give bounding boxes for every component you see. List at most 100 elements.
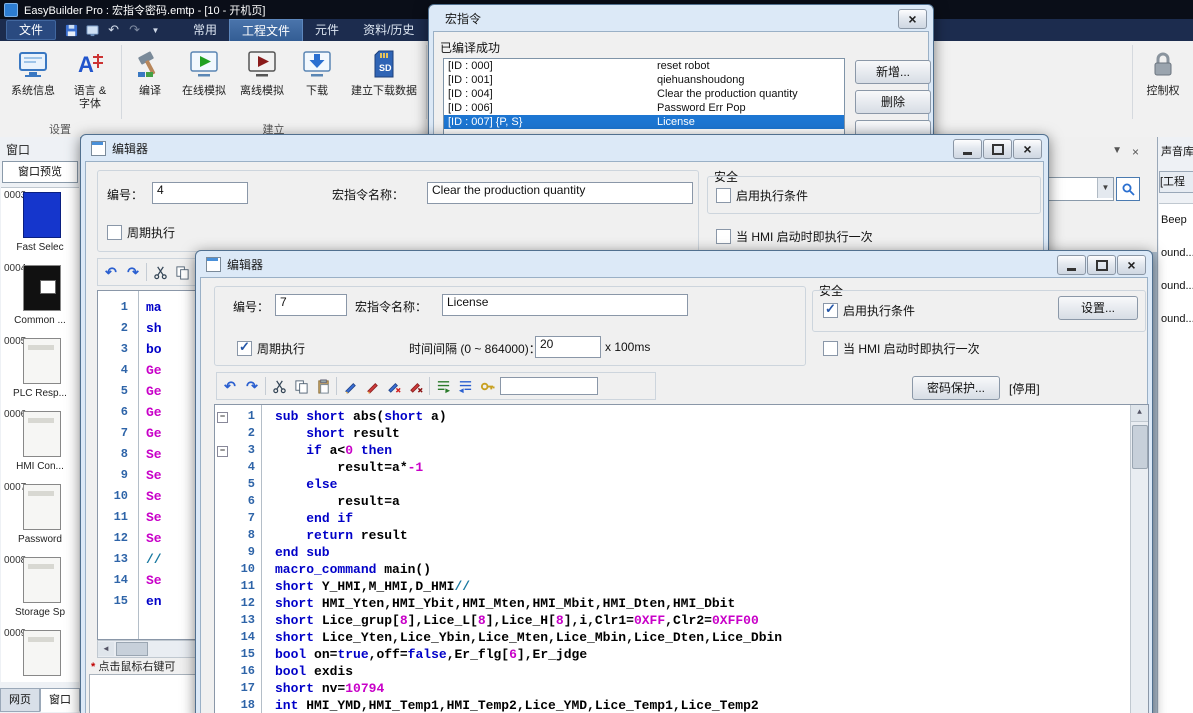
control-right-button[interactable]: 控制权	[1136, 46, 1190, 98]
outdent-list-icon[interactable]	[456, 377, 474, 395]
fold-marker[interactable]: −	[217, 446, 228, 457]
code-line[interactable]: 17short nv=10794	[215, 680, 1148, 697]
qat-dropdown-icon[interactable]: ▼	[148, 23, 163, 38]
project-button-fragment[interactable]: [工程	[1159, 171, 1193, 193]
macro-list-row[interactable]: [ID : 004]Clear the production quantity	[444, 87, 844, 101]
macro-name-field[interactable]: License	[442, 294, 688, 316]
periodic-checkbox[interactable]: 周期执行	[107, 224, 175, 241]
pen-blue-icon[interactable]	[341, 377, 359, 395]
macro-list-row[interactable]: [ID : 001]qiehuanshoudong	[444, 73, 844, 87]
combobox-dropdown-icon[interactable]: ▼	[1097, 178, 1113, 198]
code-line[interactable]: 16bool exdis	[215, 663, 1148, 680]
build-download-data-button[interactable]: SD 建立下载数据	[344, 46, 424, 98]
checkbox-icon[interactable]	[716, 188, 731, 203]
window-list[interactable]: 0003Fast Selec0004Common ...0005PLC Resp…	[1, 187, 79, 682]
file-menu-button[interactable]: 文件	[6, 20, 56, 40]
undo-icon[interactable]: ↶	[106, 23, 121, 38]
sound-list[interactable]: Beepound...ound...ound...	[1159, 203, 1193, 713]
object-search-combobox[interactable]: ▼	[1048, 177, 1114, 201]
sound-list-item[interactable]: Beep	[1159, 204, 1193, 237]
macro-id-field[interactable]: 4	[152, 182, 248, 204]
window-preview-button[interactable]: 窗口预览	[2, 161, 78, 183]
code-line[interactable]: 13short Lice_grup[8],Lice_L[8],Lice_H[8]…	[215, 612, 1148, 629]
redo-icon[interactable]: ↷	[124, 263, 142, 281]
window-list-item[interactable]: 0007Password	[1, 480, 79, 553]
enable-condition-checkbox[interactable]: 启用执行条件	[823, 302, 915, 319]
checkbox-icon[interactable]	[107, 225, 122, 240]
scroll-thumb[interactable]	[1132, 425, 1148, 469]
pane-close-icon[interactable]: ×	[1132, 145, 1139, 159]
paste-icon[interactable]	[314, 377, 332, 395]
undo-icon[interactable]: ↶	[221, 377, 239, 395]
undo-icon[interactable]: ↶	[102, 263, 120, 281]
code-line[interactable]: 12short HMI_Yten,HMI_Ybit,HMI_Mten,HMI_M…	[215, 595, 1148, 612]
code-line[interactable]: 9end sub	[215, 544, 1148, 561]
tab-window[interactable]: 窗口	[40, 688, 80, 712]
new-macro-button[interactable]: 新增...	[855, 60, 931, 84]
delete-macro-button[interactable]: 删除	[855, 90, 931, 114]
close-button[interactable]	[898, 9, 927, 29]
code-line[interactable]: 6 result=a	[215, 493, 1148, 510]
sound-list-item[interactable]: ound...	[1159, 237, 1193, 270]
preview-icon[interactable]	[85, 23, 100, 38]
toolbar-search-input[interactable]	[500, 377, 598, 395]
password-protect-button[interactable]: 密码保护...	[912, 376, 1000, 400]
window-list-item[interactable]: 0005PLC Resp...	[1, 334, 79, 407]
macro-name-field[interactable]: Clear the production quantity	[427, 182, 693, 204]
code-line[interactable]: 18int HMI_YMD,HMI_Temp1,HMI_Temp2,Lice_Y…	[215, 697, 1148, 713]
maximize-button[interactable]	[983, 139, 1012, 159]
code-line[interactable]: 5 else	[215, 476, 1148, 493]
sound-list-item[interactable]: ound...	[1159, 270, 1193, 303]
scroll-left-arrow[interactable]: ◄	[98, 642, 114, 656]
cut-icon[interactable]	[151, 263, 169, 281]
periodic-checkbox[interactable]: 周期执行	[237, 340, 305, 357]
compile-button[interactable]: 编译	[126, 46, 174, 98]
pen-blue-clear-icon[interactable]	[385, 377, 403, 395]
code-line[interactable]: 2 short result	[215, 425, 1148, 442]
code-line[interactable]: 10macro_command main()	[215, 561, 1148, 578]
editor2-vscrollbar[interactable]: ▲	[1130, 405, 1148, 713]
close-button[interactable]	[1013, 139, 1042, 159]
scroll-thumb[interactable]	[116, 642, 148, 656]
close-button[interactable]	[1117, 255, 1146, 275]
window-list-item[interactable]: 0004Common ...	[1, 261, 79, 334]
code-line[interactable]: 11short Y_HMI,M_HMI,D_HMI//	[215, 578, 1148, 595]
tab-common[interactable]: 常用	[181, 19, 229, 41]
run-on-startup-checkbox[interactable]: 当 HMI 启动时即执行一次	[716, 228, 873, 245]
macro-list-row[interactable]: [ID : 006]Password Err Pop	[444, 101, 844, 115]
scroll-up-arrow[interactable]: ▲	[1131, 405, 1148, 422]
pen-red-icon[interactable]	[363, 377, 381, 395]
system-info-button[interactable]: 系统信息	[6, 46, 60, 98]
window-list-item[interactable]: 0009	[1, 626, 79, 682]
cut-icon[interactable]	[270, 377, 288, 395]
maximize-button[interactable]	[1087, 255, 1116, 275]
sound-list-item[interactable]: ound...	[1159, 303, 1193, 336]
pane-dropdown-icon[interactable]: ▼	[1112, 145, 1122, 159]
pen-red-clear-icon[interactable]	[407, 377, 425, 395]
code-line[interactable]: 4 result=a*-1	[215, 459, 1148, 476]
save-icon[interactable]	[64, 23, 79, 38]
copy-icon[interactable]	[292, 377, 310, 395]
run-on-startup-checkbox[interactable]: 当 HMI 启动时即执行一次	[823, 340, 980, 357]
enable-condition-checkbox[interactable]: 启用执行条件	[716, 187, 808, 204]
interval-field[interactable]: 20	[535, 336, 601, 358]
editor2-code-area[interactable]: −1sub short abs(short a)2 short result−3…	[214, 404, 1149, 713]
tab-data-history[interactable]: 资料/历史	[351, 19, 426, 41]
checkbox-icon[interactable]	[823, 341, 838, 356]
online-simulation-button[interactable]: 在线模拟	[176, 46, 232, 98]
macro-id-field[interactable]: 7	[275, 294, 347, 316]
code-line[interactable]: 14short Lice_Yten,Lice_Ybin,Lice_Mten,Li…	[215, 629, 1148, 646]
window-list-item[interactable]: 0008Storage Sp	[1, 553, 79, 626]
checkbox-icon[interactable]	[823, 303, 838, 318]
window-list-item[interactable]: 0006HMI Con...	[1, 407, 79, 480]
redo-icon[interactable]: ↷	[127, 23, 142, 38]
code-line[interactable]: 8 return result	[215, 527, 1148, 544]
tab-project-files[interactable]: 工程文件	[229, 19, 303, 41]
macro-list-row[interactable]: [ID : 007] {P, S}License	[444, 115, 844, 129]
fold-marker[interactable]: −	[217, 412, 228, 423]
offline-simulation-button[interactable]: 离线模拟	[234, 46, 290, 98]
code-line[interactable]: −3 if a<0 then	[215, 442, 1148, 459]
settings-button[interactable]: 设置...	[1058, 296, 1138, 320]
search-button[interactable]	[1116, 177, 1140, 201]
language-font-button[interactable]: A 语言 & 字体	[62, 46, 118, 111]
